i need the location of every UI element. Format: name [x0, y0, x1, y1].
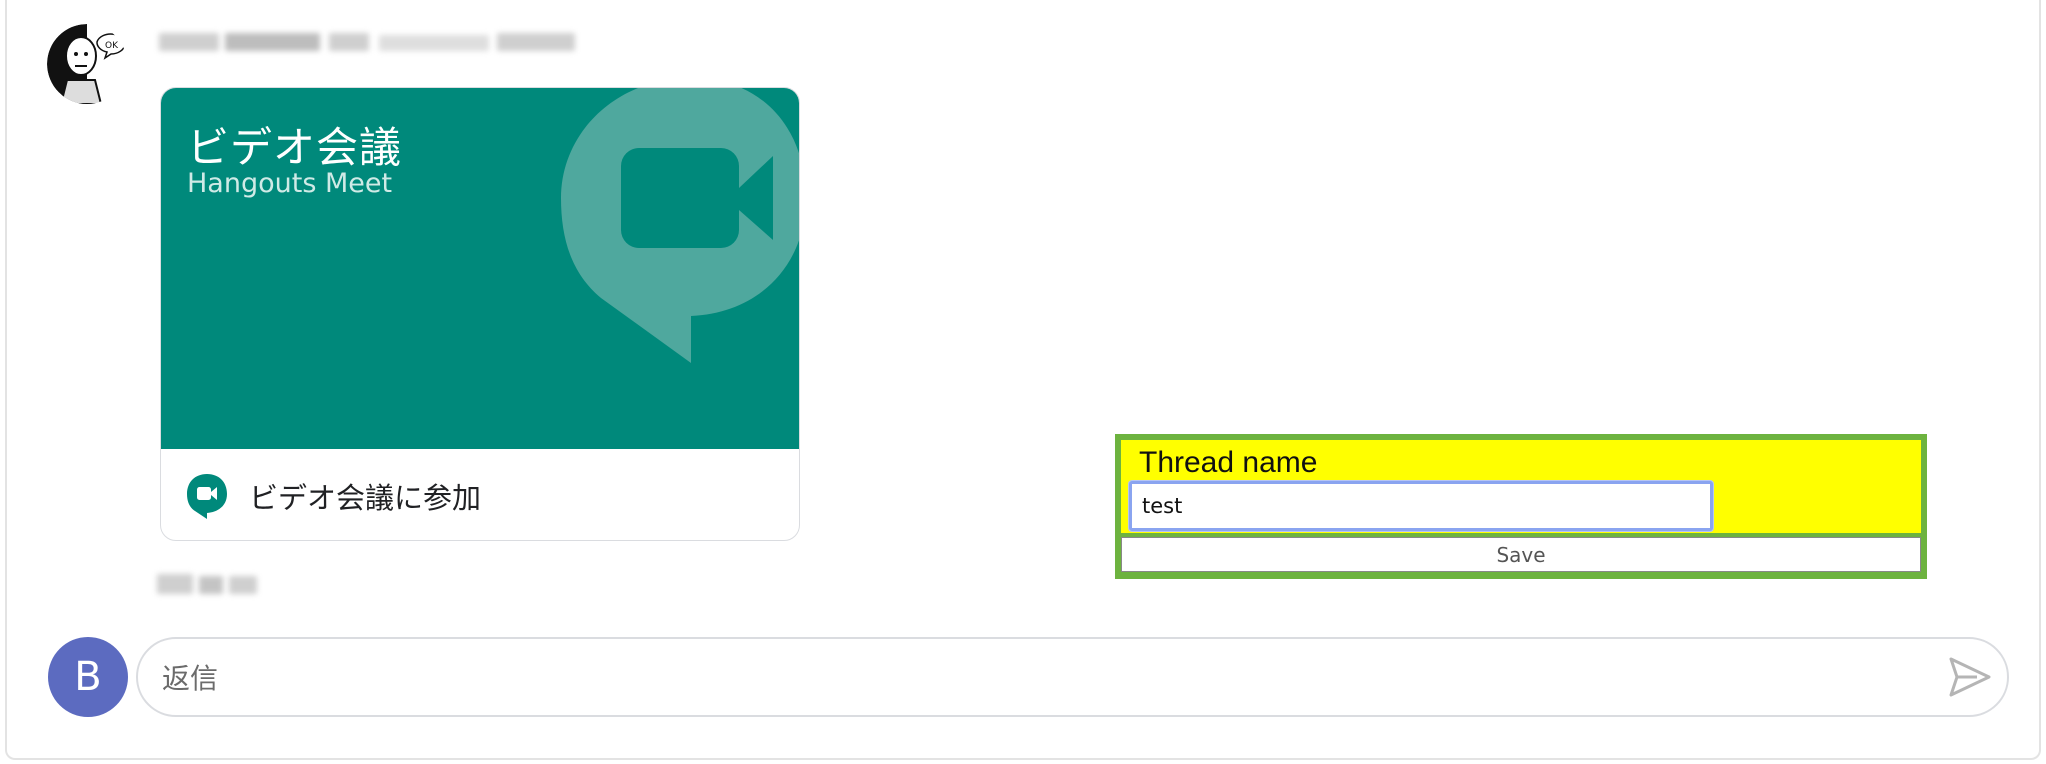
sender-avatar[interactable]: OK: [47, 24, 127, 104]
save-button[interactable]: Save: [1121, 537, 1921, 572]
person-avatar-icon: OK: [47, 24, 127, 104]
thread-name-form: Thread name Save: [1115, 434, 1927, 579]
meet-card-hero: ビデオ会議 Hangouts Meet: [161, 88, 799, 449]
meet-logo-icon: [187, 473, 227, 519]
thread-name-input[interactable]: [1129, 481, 1713, 531]
join-meeting-button[interactable]: ビデオ会議に参加: [161, 449, 799, 540]
join-meeting-label: ビデオ会議に参加: [249, 480, 482, 515]
chat-thread-panel: OK ビデオ会議 Hangouts Meet ビデオ会議に参加 Thread n…: [5, 0, 2041, 760]
current-user-avatar[interactable]: B: [48, 637, 128, 717]
send-button[interactable]: [1947, 655, 1993, 699]
thread-name-label: Thread name: [1139, 446, 1318, 479]
reply-composer[interactable]: [136, 637, 2009, 717]
svg-text:OK: OK: [105, 41, 119, 51]
meet-card-subtitle: Hangouts Meet: [187, 168, 393, 199]
meet-card-title: ビデオ会議: [187, 123, 403, 172]
meet-video-camera-icon: [561, 88, 799, 363]
thread-name-panel: Thread name: [1121, 440, 1921, 533]
meet-card[interactable]: ビデオ会議 Hangouts Meet ビデオ会議に参加: [160, 87, 800, 541]
reply-input[interactable]: [160, 649, 1904, 707]
send-icon: [1949, 657, 1991, 697]
